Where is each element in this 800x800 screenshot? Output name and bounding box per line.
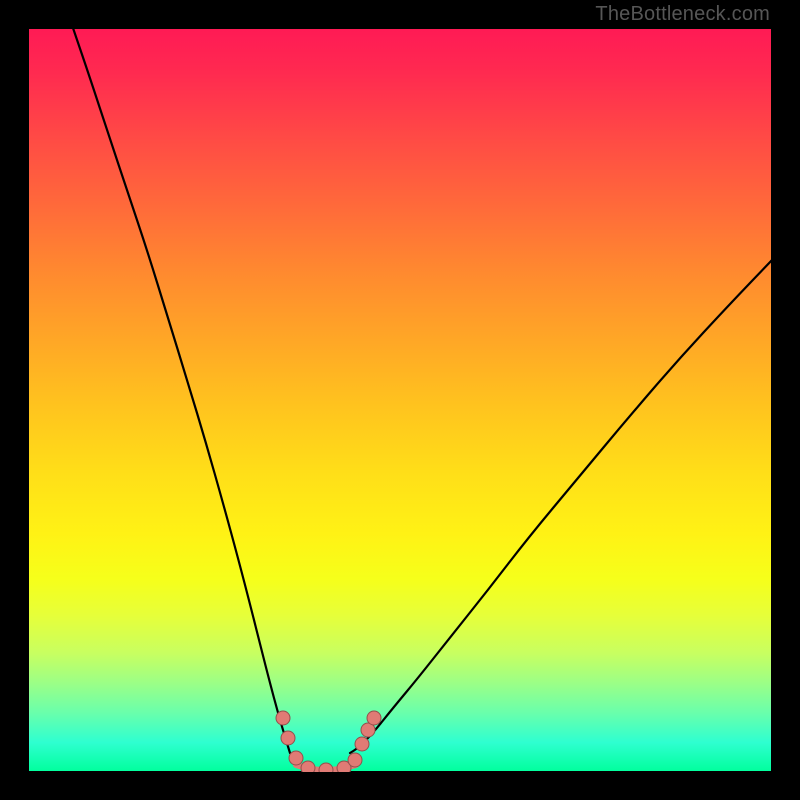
data-marker bbox=[367, 711, 382, 726]
data-marker bbox=[276, 711, 291, 726]
data-marker bbox=[348, 753, 363, 768]
watermark-text: TheBottleneck.com bbox=[595, 3, 770, 26]
data-marker bbox=[319, 763, 334, 773]
curve-right_curve bbox=[350, 260, 772, 753]
outer-frame: TheBottleneck.com bbox=[0, 0, 800, 800]
data-marker bbox=[301, 761, 316, 773]
plot-area bbox=[28, 28, 772, 772]
data-marker bbox=[355, 737, 370, 752]
curve-left_curve bbox=[73, 28, 290, 753]
curve-canvas bbox=[28, 28, 772, 772]
data-marker bbox=[281, 731, 296, 746]
